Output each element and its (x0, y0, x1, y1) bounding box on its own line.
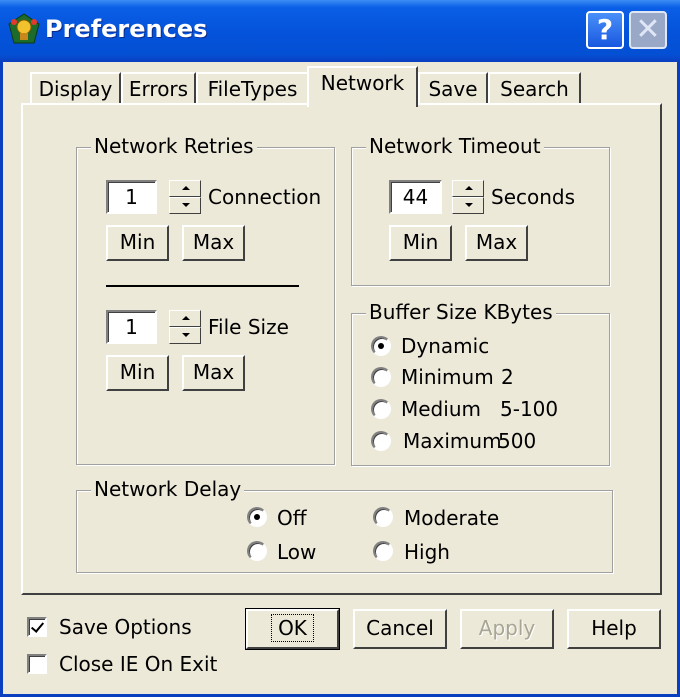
buffer-medium-radio[interactable] (371, 399, 391, 419)
help-button[interactable]: Help (567, 609, 661, 649)
buffer-minimum-radio[interactable] (371, 367, 391, 387)
tab-save[interactable]: Save (418, 72, 488, 104)
delay-moderate-label: Moderate (404, 506, 500, 530)
file-size-retries-spinner[interactable] (169, 310, 201, 344)
cancel-button[interactable]: Cancel (353, 609, 447, 649)
delay-high-radio[interactable] (373, 541, 393, 561)
question-mark-icon: ? (596, 13, 614, 46)
delay-low-radio[interactable] (247, 541, 267, 561)
buffer-minimum-value: 2 (501, 365, 514, 389)
timeout-spinner[interactable] (452, 180, 484, 214)
connection-retries-field[interactable]: 1 (106, 180, 157, 214)
save-options-checkbox[interactable] (27, 617, 47, 637)
file-size-retries-field[interactable]: 1 (106, 310, 157, 344)
network-delay-legend: Network Delay (91, 477, 245, 501)
app-icon (8, 13, 40, 44)
buffer-maximum-radio[interactable] (371, 431, 391, 451)
timeout-max-button[interactable]: Max (465, 225, 528, 261)
connection-label: Connection (208, 185, 322, 209)
buffer-minimum-label: Minimum (401, 365, 494, 389)
retries-separator (106, 285, 299, 287)
file-size-min-button[interactable]: Min (106, 355, 169, 391)
network-delay-group: Network Delay (76, 477, 613, 573)
tab-label: Network (320, 71, 405, 95)
network-timeout-group: Network Timeout (351, 134, 610, 286)
delay-low-label: Low (277, 540, 317, 564)
window-title: Preferences (45, 15, 208, 43)
tab-network[interactable]: Network (307, 66, 418, 107)
preferences-window: Preferences ? ✕ Display Errors FileTypes… (0, 0, 680, 697)
tab-label: Search (500, 77, 569, 101)
tab-label: Display (38, 77, 113, 101)
spin-down-arrow-icon[interactable] (452, 197, 484, 214)
connection-retries-spinner[interactable] (169, 180, 201, 214)
tab-filetypes[interactable]: FileTypes (196, 72, 309, 104)
connection-min-button[interactable]: Min (106, 225, 169, 261)
buffer-maximum-label: Maximum (403, 429, 502, 453)
close-ie-label: Close IE On Exit (59, 652, 218, 676)
spin-up-arrow-icon[interactable] (452, 180, 484, 197)
tab-label: Save (428, 77, 478, 101)
file-size-max-button[interactable]: Max (182, 355, 245, 391)
apply-button[interactable]: Apply (460, 609, 554, 649)
tab-label: Errors (128, 77, 189, 101)
buffer-medium-label: Medium (401, 397, 481, 421)
spin-down-arrow-icon[interactable] (169, 197, 201, 214)
ok-button-label: OK (271, 614, 314, 642)
buffer-dynamic-radio[interactable] (371, 336, 391, 356)
connection-max-button[interactable]: Max (182, 225, 245, 261)
network-timeout-legend: Network Timeout (366, 134, 544, 158)
network-retries-legend: Network Retries (91, 134, 257, 158)
save-options-label: Save Options (59, 615, 192, 639)
timeout-seconds-field[interactable]: 44 (389, 180, 442, 214)
timeout-min-button[interactable]: Min (389, 225, 452, 261)
tab-errors[interactable]: Errors (121, 72, 196, 104)
delay-off-radio[interactable] (247, 507, 267, 527)
ok-button[interactable]: OK (245, 608, 340, 650)
delay-high-label: High (404, 540, 450, 564)
buffer-medium-value: 5-100 (500, 397, 559, 421)
close-icon: ✕ (635, 12, 661, 47)
close-title-button[interactable]: ✕ (629, 11, 667, 49)
close-ie-checkbox[interactable] (27, 654, 47, 674)
tab-display[interactable]: Display (30, 72, 121, 104)
spin-down-arrow-icon[interactable] (169, 327, 201, 344)
tab-search[interactable]: Search (488, 72, 581, 104)
buffer-maximum-value: 500 (498, 429, 537, 453)
buffer-size-legend: Buffer Size KBytes (366, 300, 556, 324)
delay-moderate-radio[interactable] (373, 507, 393, 527)
file-size-label: File Size (208, 315, 289, 339)
delay-off-label: Off (277, 506, 307, 530)
seconds-label: Seconds (491, 185, 576, 209)
help-title-button[interactable]: ? (586, 11, 624, 49)
spin-up-arrow-icon[interactable] (169, 310, 201, 327)
title-bar[interactable]: Preferences ? ✕ (0, 0, 680, 62)
buffer-dynamic-label: Dynamic (401, 334, 490, 358)
spin-up-arrow-icon[interactable] (169, 180, 201, 197)
tab-label: FileTypes (207, 77, 298, 101)
